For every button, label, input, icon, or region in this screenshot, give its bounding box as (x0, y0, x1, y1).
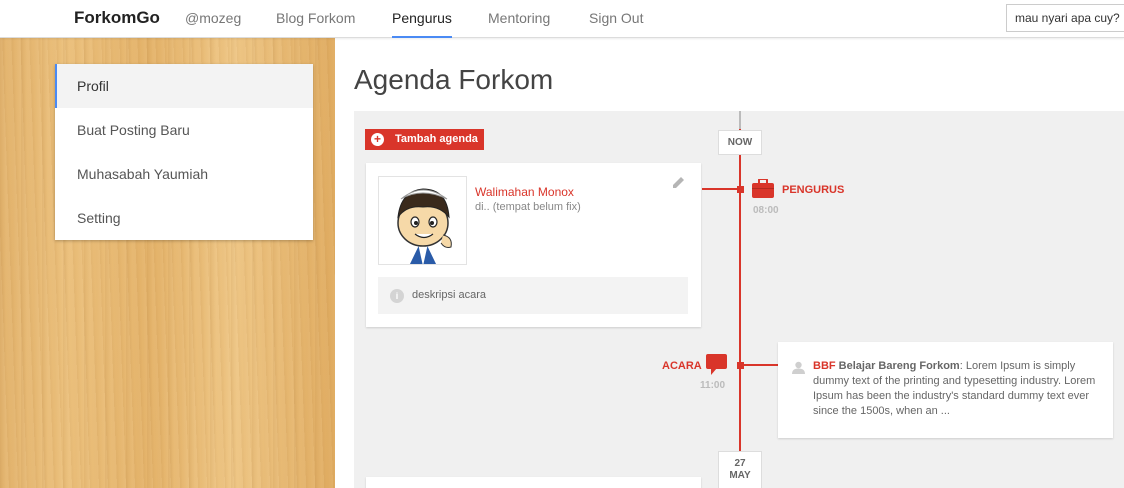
timeline-connector (740, 364, 778, 366)
timeline-connector (702, 188, 740, 190)
event-time: 11:00 (700, 380, 726, 391)
sidebar-item-profil[interactable]: Profil (55, 64, 313, 108)
info-icon: i (390, 289, 404, 303)
search-input[interactable] (1006, 4, 1124, 32)
timeline-panel: + Tambah agenda NOW Walimahan Monox di..… (354, 111, 1124, 488)
sidebar-item-muhasabah-yaumiah[interactable]: Muhasabah Yaumiah (55, 152, 313, 196)
nav-link-pengurus[interactable]: Pengurus (392, 10, 452, 38)
nav-link-blog-forkom[interactable]: Blog Forkom (276, 10, 355, 26)
event-description: deskripsi acara (412, 289, 486, 301)
cartoon-avatar-icon (379, 177, 466, 264)
add-agenda-label: Tambah agenda (395, 133, 478, 145)
event-category-label: PENGURUS (782, 184, 845, 196)
plus-icon: + (371, 133, 384, 146)
briefcase-icon (752, 178, 774, 203)
event-description-box: i deskripsi acara (378, 277, 688, 314)
top-navbar: ForkomGo @mozeg Blog Forkom Pengurus Men… (0, 0, 1124, 38)
event-category-label: ACARA (662, 360, 702, 372)
nav-link-mentoring[interactable]: Mentoring (488, 10, 550, 26)
event-title[interactable]: Walimahan Monox (475, 185, 574, 199)
brand-logo[interactable]: ForkomGo (74, 8, 160, 28)
pencil-icon[interactable] (672, 175, 686, 192)
post-title[interactable]: Belajar Bareng Forkom (839, 360, 960, 372)
speech-bubble-icon (706, 354, 727, 380)
timeline-node (737, 186, 744, 193)
event-location: di.. (tempat belum fix) (475, 201, 581, 213)
nav-link-sign-out[interactable]: Sign Out (589, 10, 643, 26)
date-tag: 27 MAY (718, 451, 762, 488)
user-icon (792, 361, 805, 379)
date-month: MAY (729, 470, 751, 481)
event-time: 08:00 (753, 205, 779, 216)
add-agenda-button[interactable]: + Tambah agenda (365, 129, 484, 150)
date-day: 27 (734, 458, 746, 469)
sidebar-item-setting[interactable]: Setting (55, 196, 313, 240)
nav-user-link[interactable]: @mozeg (185, 10, 241, 26)
post-card[interactable]: BBF Belajar Bareng Forkom: Lorem Ipsum i… (778, 342, 1113, 438)
now-label: NOW (727, 137, 753, 148)
timeline-line (739, 111, 741, 488)
page-title: Agenda Forkom (354, 64, 554, 95)
event-card[interactable]: Walimahan Monox di.. (tempat belum fix) … (366, 163, 701, 327)
sidebar-item-buat-posting-baru[interactable]: Buat Posting Baru (55, 108, 313, 152)
timeline-line-top (739, 111, 741, 129)
post-tag[interactable]: BBF (813, 360, 836, 372)
now-tag: NOW (718, 130, 762, 155)
sidebar-menu: Profil Buat Posting Baru Muhasabah Yaumi… (55, 64, 313, 240)
event-card[interactable] (366, 477, 701, 488)
avatar (378, 176, 467, 265)
